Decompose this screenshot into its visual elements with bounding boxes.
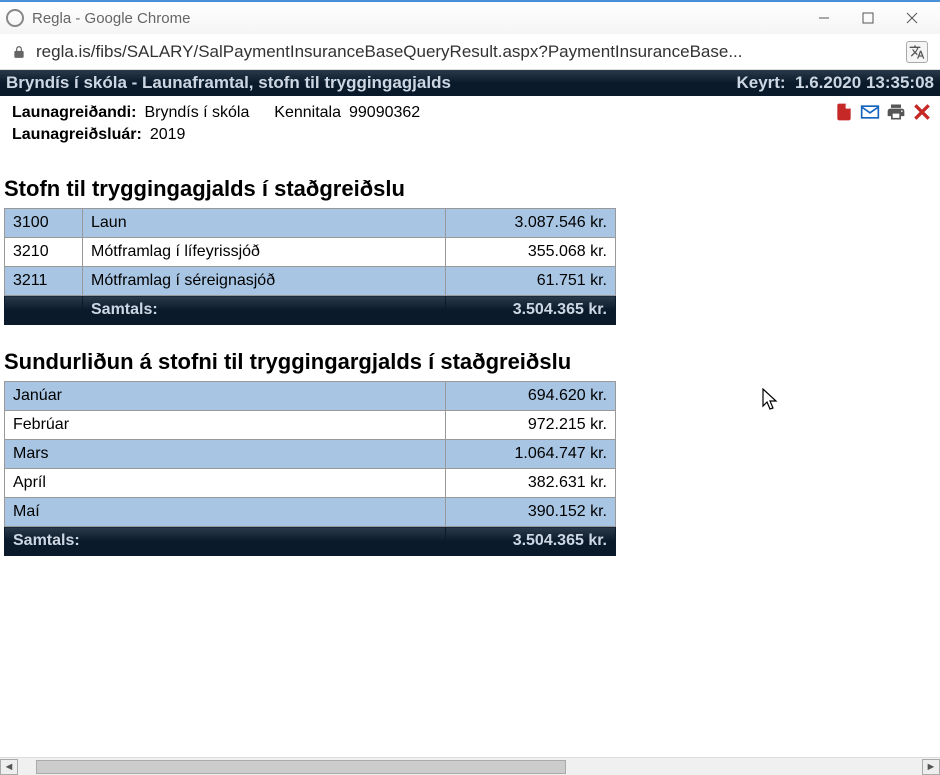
payer-label: Launagreiðandi: — [12, 104, 136, 122]
report-timestamp: Keyrt: 1.6.2020 13:35:08 — [736, 73, 934, 93]
horizontal-scrollbar[interactable]: ◄ ► — [0, 757, 940, 775]
total-spacer — [5, 296, 83, 325]
table-row: Maí390.152 kr. — [5, 498, 616, 527]
app-icon — [6, 9, 24, 27]
amount-cell: 694.620 kr. — [446, 382, 616, 411]
section-sundurlidun: Sundurliðun á stofni til tryggingargjald… — [0, 329, 940, 560]
scroll-thumb[interactable] — [36, 760, 566, 774]
run-value: 1.6.2020 13:35:08 — [795, 73, 934, 92]
code-cell: 3211 — [5, 267, 83, 296]
month-cell: Janúar — [5, 382, 446, 411]
total-amount: 3.504.365 kr. — [446, 296, 616, 325]
maximize-button[interactable] — [846, 4, 890, 32]
total-row: Samtals:3.504.365 kr. — [5, 527, 616, 556]
address-bar[interactable]: regla.is/fibs/SALARY/SalPaymentInsurance… — [0, 34, 940, 70]
window-controls — [802, 4, 934, 32]
url-text: regla.is/fibs/SALARY/SalPaymentInsurance… — [36, 42, 898, 62]
close-button[interactable] — [890, 4, 934, 32]
desc-cell: Mótframlag í séreignasjóð — [83, 267, 446, 296]
run-label: Keyrt: — [736, 73, 785, 92]
scroll-track[interactable] — [18, 759, 922, 775]
total-amount: 3.504.365 kr. — [446, 527, 616, 556]
info-block: Launagreiðandi: Bryndís í skóla Kennital… — [0, 96, 940, 156]
table-row: Janúar694.620 kr. — [5, 382, 616, 411]
report-header-bar: Bryndís í skóla - Launaframtal, stofn ti… — [0, 70, 940, 96]
table-row: Mars1.064.747 kr. — [5, 440, 616, 469]
email-icon[interactable] — [860, 102, 880, 122]
pdf-icon[interactable] — [834, 102, 854, 122]
code-cell: 3100 — [5, 209, 83, 238]
amount-cell: 355.068 kr. — [446, 238, 616, 267]
month-cell: Mars — [5, 440, 446, 469]
sundurlidun-table: Janúar694.620 kr.Febrúar972.215 kr.Mars1… — [4, 381, 616, 556]
amount-cell: 61.751 kr. — [446, 267, 616, 296]
month-cell: Febrúar — [5, 411, 446, 440]
kennitala-value: 99090362 — [349, 104, 420, 122]
table-row: Apríl382.631 kr. — [5, 469, 616, 498]
window-title: Regla - Google Chrome — [32, 10, 190, 27]
table-row: Febrúar972.215 kr. — [5, 411, 616, 440]
section-title: Stofn til tryggingagjalds í staðgreiðslu — [4, 162, 936, 208]
amount-cell: 972.215 kr. — [446, 411, 616, 440]
scroll-left-button[interactable]: ◄ — [0, 759, 18, 775]
table-row: 3210Mótframlag í lífeyrissjóð355.068 kr. — [5, 238, 616, 267]
print-icon[interactable] — [886, 102, 906, 122]
payer-row: Launagreiðandi: Bryndís í skóla Kennital… — [12, 104, 928, 122]
table-row: 3100Laun3.087.546 kr. — [5, 209, 616, 238]
desc-cell: Mótframlag í lífeyrissjóð — [83, 238, 446, 267]
year-label: Launagreiðsluár: — [12, 126, 142, 144]
table-row: 3211Mótframlag í séreignasjóð61.751 kr. — [5, 267, 616, 296]
total-label: Samtals: — [83, 296, 446, 325]
minimize-button[interactable] — [802, 4, 846, 32]
translate-icon[interactable] — [906, 41, 928, 63]
stofn-table: 3100Laun3.087.546 kr.3210Mótframlag í lí… — [4, 208, 616, 325]
lock-icon — [12, 45, 26, 59]
year-row: Launagreiðsluár: 2019 — [12, 126, 928, 144]
payer-name: Bryndís í skóla — [144, 104, 249, 122]
kennitala-label: Kennitala — [274, 104, 341, 122]
amount-cell: 390.152 kr. — [446, 498, 616, 527]
section-stofn: Stofn til tryggingagjalds í staðgreiðslu… — [0, 156, 940, 329]
amount-cell: 3.087.546 kr. — [446, 209, 616, 238]
close-icon[interactable] — [912, 102, 932, 122]
amount-cell: 382.631 kr. — [446, 469, 616, 498]
total-label: Samtals: — [5, 527, 446, 556]
desc-cell: Laun — [83, 209, 446, 238]
month-cell: Maí — [5, 498, 446, 527]
amount-cell: 1.064.747 kr. — [446, 440, 616, 469]
year-value: 2019 — [150, 126, 186, 144]
month-cell: Apríl — [5, 469, 446, 498]
report-title: Bryndís í skóla - Launaframtal, stofn ti… — [6, 73, 736, 93]
section-title: Sundurliðun á stofni til tryggingargjald… — [4, 335, 936, 381]
scroll-right-button[interactable]: ► — [922, 759, 940, 775]
action-icons — [834, 102, 932, 122]
window-titlebar: Regla - Google Chrome — [0, 0, 940, 34]
code-cell: 3210 — [5, 238, 83, 267]
total-row: Samtals:3.504.365 kr. — [5, 296, 616, 325]
